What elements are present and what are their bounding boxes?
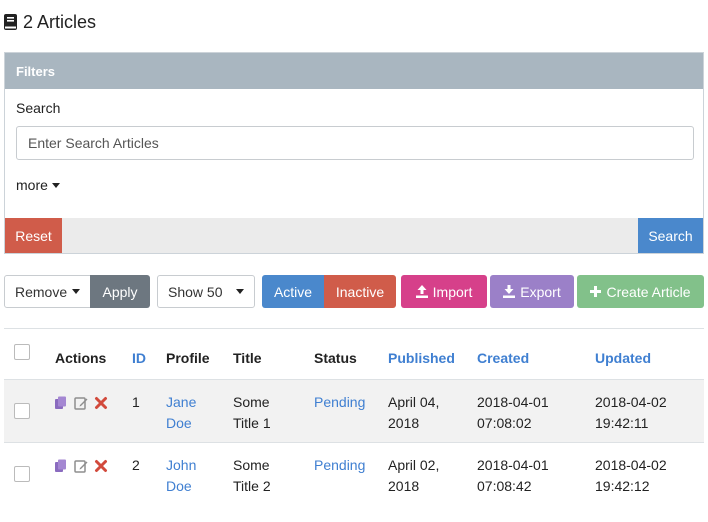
row-status-link[interactable]: Pending — [314, 392, 365, 413]
page-size-select[interactable]: Show 50 — [157, 275, 255, 308]
search-button[interactable]: Search — [638, 218, 703, 253]
more-label: more — [16, 177, 48, 193]
row-published: April 02, 2018 — [388, 457, 440, 494]
row-checkbox[interactable] — [14, 466, 30, 482]
row-id: 1 — [132, 394, 140, 410]
plus-icon — [590, 286, 602, 297]
delete-icon[interactable] — [94, 459, 108, 473]
more-filters-toggle[interactable]: more — [16, 177, 60, 193]
row-id: 2 — [132, 457, 140, 473]
caret-down-icon — [51, 182, 60, 188]
page-size-value: Show 50 — [168, 283, 223, 300]
search-input[interactable] — [16, 126, 694, 160]
toolbar: Remove Apply Show 50 Active Inactive Imp… — [4, 275, 704, 308]
column-header-published[interactable]: Published — [388, 348, 455, 369]
row-updated: 2018-04-02 19:42:11 — [595, 394, 667, 431]
apply-button[interactable]: Apply — [90, 275, 150, 308]
row-profile-link[interactable]: Jane Doe — [166, 392, 196, 434]
row-title: Some Title 2 — [233, 457, 271, 494]
caret-down-icon — [72, 289, 80, 294]
row-status-link[interactable]: Pending — [314, 455, 365, 476]
row-title: Some Title 1 — [233, 394, 271, 431]
column-header-updated[interactable]: Updated — [595, 348, 651, 369]
row-actions — [54, 459, 108, 473]
bulk-action-select[interactable]: Remove — [4, 275, 91, 308]
upload-icon — [415, 285, 428, 298]
inactive-filter-button[interactable]: Inactive — [324, 275, 396, 308]
table-header-row: Actions ID Profile Title Status Publishe… — [4, 329, 704, 379]
create-article-button[interactable]: Create Article — [577, 275, 704, 308]
row-profile-link[interactable]: John Doe — [166, 455, 196, 497]
filters-heading: Filters — [5, 53, 703, 89]
create-article-label: Create Article — [606, 283, 691, 300]
select-all-checkbox[interactable] — [14, 344, 30, 360]
caret-down-icon — [236, 289, 244, 294]
column-header-id[interactable]: ID — [132, 348, 146, 369]
row-actions — [54, 396, 108, 410]
copy-icon[interactable] — [54, 396, 68, 410]
delete-icon[interactable] — [94, 396, 108, 410]
column-header-status: Status — [314, 350, 357, 366]
active-filter-button[interactable]: Active — [262, 275, 324, 308]
page-title-text: 2 Articles — [23, 11, 97, 32]
table-row: 2 John Doe Some Title 2 Pending April 02, 2… — [4, 442, 704, 505]
row-created: 2018-04-01 07:08:02 — [477, 394, 549, 431]
import-button[interactable]: Import — [401, 275, 487, 308]
bulk-action-value: Remove — [15, 283, 68, 300]
row-published: April 04, 2018 — [388, 394, 440, 431]
row-created: 2018-04-01 07:08:42 — [477, 457, 549, 494]
row-checkbox[interactable] — [14, 403, 30, 419]
edit-icon[interactable] — [74, 459, 88, 473]
column-header-actions: Actions — [55, 350, 107, 366]
search-label: Search — [16, 100, 61, 116]
copy-icon[interactable] — [54, 459, 68, 473]
table-row: 1 Jane Doe Some Title 1 Pending April 04, 2… — [4, 379, 704, 442]
reset-button[interactable]: Reset — [5, 218, 62, 253]
download-icon — [503, 285, 516, 298]
edit-icon[interactable] — [74, 396, 88, 410]
export-label: Export — [520, 283, 561, 300]
filters-panel: Filters Search more Reset Search — [4, 52, 704, 254]
export-button[interactable]: Export — [490, 275, 574, 308]
book-icon — [4, 14, 18, 30]
row-updated: 2018-04-02 19:42:12 — [595, 457, 667, 494]
column-header-profile: Profile — [166, 350, 210, 366]
page-title: 2 Articles — [4, 8, 96, 36]
filters-footer: Reset Search — [5, 218, 703, 253]
articles-table: Actions ID Profile Title Status Publishe… — [4, 328, 704, 505]
column-header-created[interactable]: Created — [477, 348, 529, 369]
column-header-title: Title — [233, 350, 262, 366]
import-label: Import — [432, 283, 473, 300]
